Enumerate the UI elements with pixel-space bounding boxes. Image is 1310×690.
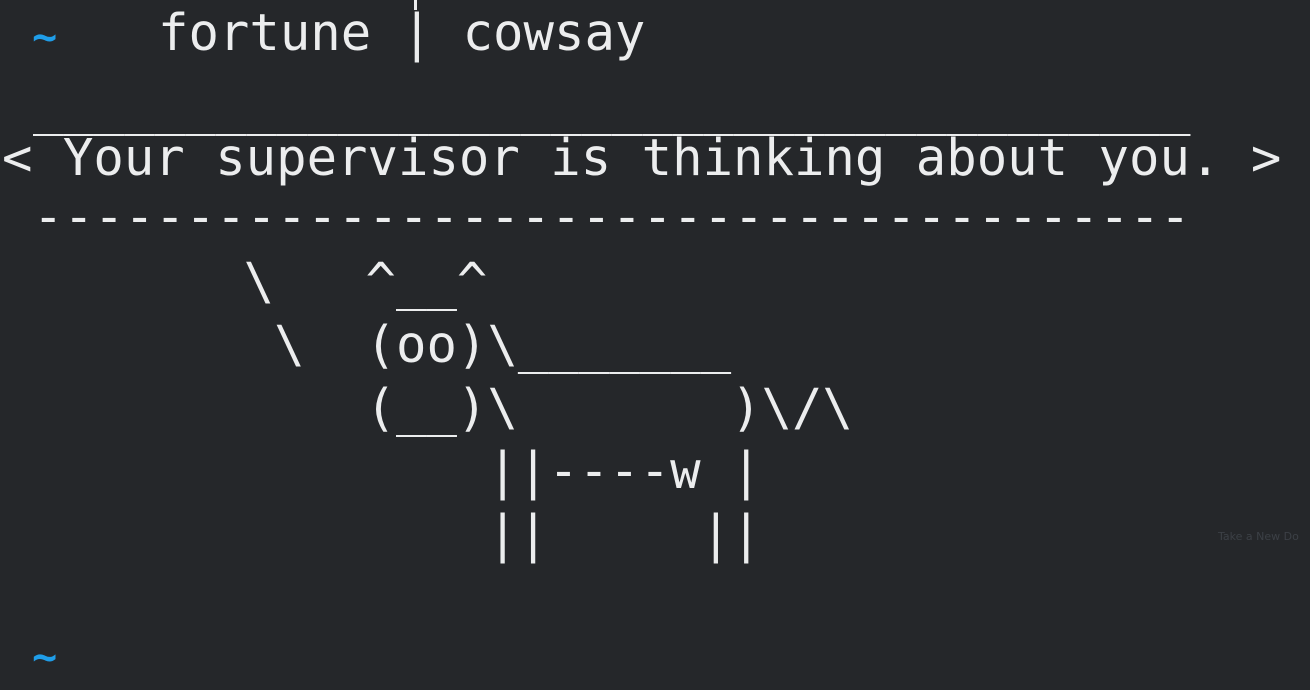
terminal-window[interactable]: ~ fortune | cowsay _____________________…: [0, 0, 1310, 690]
command-text: fortune | cowsay: [158, 3, 646, 62]
fortune-message: < Your supervisor is thinking about you.…: [2, 128, 1282, 187]
prompt-tilde-icon: ~: [32, 12, 58, 61]
cow-line: || ||: [0, 504, 762, 563]
cow-line: (__)\ )\/\: [0, 378, 853, 437]
speech-bubble-bottom-border: --------------------------------------: [33, 187, 1191, 246]
cow-line: \ (oo)\_______: [0, 315, 732, 374]
cow-line: \ ^__^: [0, 252, 488, 311]
prompt-tilde-icon[interactable]: ~: [32, 626, 57, 688]
watermark-text: Take a New Do: [1218, 530, 1299, 543]
cow-line: ||----w |: [0, 441, 762, 500]
